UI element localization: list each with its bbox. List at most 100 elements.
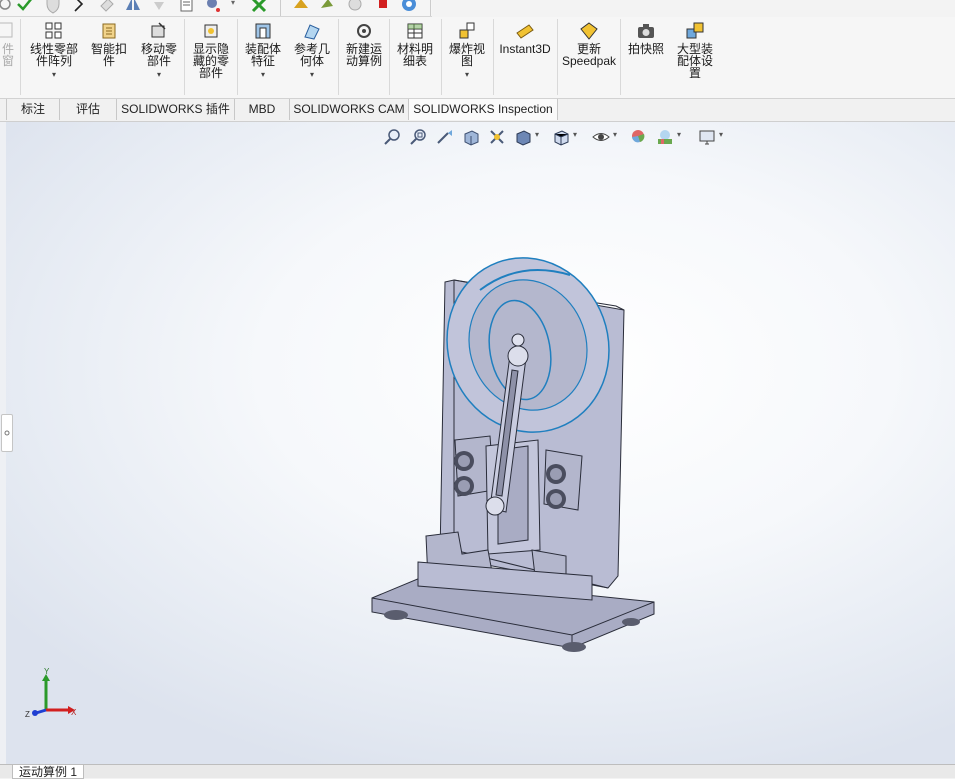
- motion-study-icon: [357, 24, 371, 38]
- smart-fastener-button[interactable]: 智能扣 件: [86, 21, 132, 67]
- divider: [620, 19, 621, 95]
- tab-evaluate[interactable]: 评估: [60, 99, 117, 120]
- view-dynamic-annotation-icon[interactable]: [488, 128, 506, 146]
- dropdown-arrow-icon[interactable]: ▾: [136, 69, 182, 81]
- reference-geometry-icon: [304, 24, 320, 40]
- command-manager-ribbon: 件窗 线性零部 件阵列 ▾ 智能扣 件 移动零 部件 ▾ 显示隐 藏的零 部件 …: [0, 17, 955, 99]
- display-style-icon[interactable]: [514, 128, 532, 146]
- view-settings-icon[interactable]: [698, 128, 716, 146]
- zoom-to-fit-icon[interactable]: [384, 128, 402, 146]
- mirror-icon[interactable]: [124, 0, 142, 14]
- divider: [430, 0, 431, 16]
- dropdown-arrow-icon[interactable]: ▾: [573, 130, 577, 139]
- dropdown-arrow-icon[interactable]: ▾: [677, 130, 681, 139]
- large-assembly-settings-button[interactable]: 大型装 配体设 置: [672, 21, 718, 79]
- exploded-view-button[interactable]: 爆炸视 图 ▾: [444, 21, 490, 81]
- partial-command-button[interactable]: 件窗: [0, 21, 18, 67]
- tab-solidworks-addins[interactable]: SOLIDWORKS 插件: [117, 99, 235, 120]
- tab-solidworks-cam[interactable]: SOLIDWORKS CAM: [290, 99, 409, 120]
- close-x-icon[interactable]: [250, 0, 268, 14]
- move-component-icon: [151, 22, 166, 38]
- divider: [389, 19, 390, 95]
- tab-annotation[interactable]: 标注: [7, 99, 60, 120]
- y-axis-label: Y: [44, 667, 50, 676]
- pin-icon[interactable]: [150, 0, 168, 14]
- badge-icon[interactable]: [346, 0, 364, 14]
- camera-icon: [638, 24, 654, 38]
- view-orientation-icon[interactable]: [552, 128, 570, 146]
- red-flag-icon[interactable]: [374, 0, 392, 14]
- bill-of-materials-button[interactable]: 材料明 细表: [392, 21, 438, 67]
- apply-scene-icon[interactable]: [656, 128, 674, 146]
- edit-appearance-icon[interactable]: [630, 128, 648, 146]
- tab-mbd[interactable]: MBD: [235, 99, 290, 120]
- instant3d-label: Instant3D: [499, 42, 551, 56]
- assembly-features-button[interactable]: 装配体 特征 ▾: [240, 21, 286, 81]
- rotate-icon[interactable]: [318, 0, 336, 14]
- x-axis-label: X: [71, 708, 77, 717]
- eraser-icon[interactable]: [98, 0, 116, 14]
- update-speedpak-button[interactable]: 更新 Speedpak: [560, 21, 618, 67]
- exploded-view-label-2: 图: [460, 54, 473, 68]
- tab-solidworks-inspection[interactable]: SOLIDWORKS Inspection: [409, 99, 558, 120]
- dropdown-arrow-icon[interactable]: ▾: [444, 69, 490, 81]
- dropdown-arrow-icon[interactable]: ▾: [289, 69, 335, 81]
- assembly-model[interactable]: [360, 250, 670, 660]
- divider: [20, 19, 21, 95]
- dropdown-arrow-icon[interactable]: ▾: [240, 69, 286, 81]
- show-hidden-icon: [204, 24, 218, 38]
- linear-pattern-label-2: 件阵列: [35, 54, 72, 68]
- explode-icon: [459, 22, 475, 39]
- options-icon[interactable]: [204, 0, 222, 14]
- section-view-icon[interactable]: [462, 128, 480, 146]
- document-icon[interactable]: [178, 0, 196, 14]
- dropdown-arrow-icon[interactable]: ▾: [26, 69, 82, 81]
- assembly-feature-icon: [255, 23, 271, 39]
- snapshot-label: 拍快照: [627, 42, 664, 56]
- take-snapshot-button[interactable]: 拍快照: [624, 21, 668, 55]
- new-motion-study-label-2: 动算例: [345, 54, 382, 68]
- instant3d-button[interactable]: Instant3D: [496, 21, 554, 55]
- shield-icon[interactable]: [44, 0, 62, 14]
- show-hidden-label-3: 部件: [198, 66, 223, 80]
- linear-pattern-button[interactable]: 线性零部 件阵列 ▾: [26, 21, 82, 81]
- coordinate-triad: Y X Z: [25, 667, 77, 719]
- move-component-button[interactable]: 移动零 部件 ▾: [136, 21, 182, 81]
- tab-partial[interactable]: [0, 99, 7, 120]
- dropdown-arrow-icon[interactable]: ▾: [613, 130, 617, 139]
- previous-view-icon[interactable]: [436, 128, 454, 146]
- large-assembly-label-3: 置: [688, 66, 701, 80]
- ruler-icon: [516, 24, 534, 39]
- hide-show-icon[interactable]: [592, 128, 610, 146]
- zoom-to-area-icon[interactable]: [410, 128, 428, 146]
- large-assembly-icon: [686, 22, 704, 39]
- dropdown-arrow-icon[interactable]: ▾: [231, 0, 235, 7]
- new-motion-study-button[interactable]: 新建运 动算例: [341, 21, 387, 67]
- partial-command-label: 件窗: [2, 42, 15, 68]
- panel-collapse-handle[interactable]: [1, 414, 13, 452]
- component-window-icon: [0, 22, 13, 38]
- sum-icon[interactable]: [72, 0, 90, 14]
- move-icon[interactable]: [292, 0, 310, 14]
- dropdown-arrow-icon[interactable]: ▾: [535, 130, 539, 139]
- reference-geometry-label-2: 何体: [299, 54, 324, 68]
- divider: [557, 19, 558, 95]
- help-icon[interactable]: [400, 0, 418, 14]
- divider: [184, 19, 185, 95]
- table-icon: [407, 23, 423, 39]
- dropdown-arrow-icon[interactable]: ▾: [719, 130, 723, 139]
- collapse-arrow-icon: [4, 430, 10, 436]
- foot: [562, 642, 586, 652]
- divider: [441, 19, 442, 95]
- bom-label-2: 细表: [402, 54, 427, 68]
- divider: [237, 19, 238, 95]
- show-hidden-components-button[interactable]: 显示隐 藏的零 部件: [188, 21, 234, 79]
- reference-geometry-button[interactable]: 参考几 何体 ▾: [289, 21, 335, 81]
- speedpak-icon: [580, 22, 598, 40]
- foot: [622, 618, 640, 626]
- assembly-features-label-2: 特征: [250, 54, 275, 68]
- update-speedpak-label-2: Speedpak: [561, 54, 617, 68]
- check-icon[interactable]: [16, 0, 34, 14]
- smart-fastener-label-2: 件: [102, 54, 115, 68]
- motion-study-tab-bar: 运动算例 1: [0, 764, 955, 779]
